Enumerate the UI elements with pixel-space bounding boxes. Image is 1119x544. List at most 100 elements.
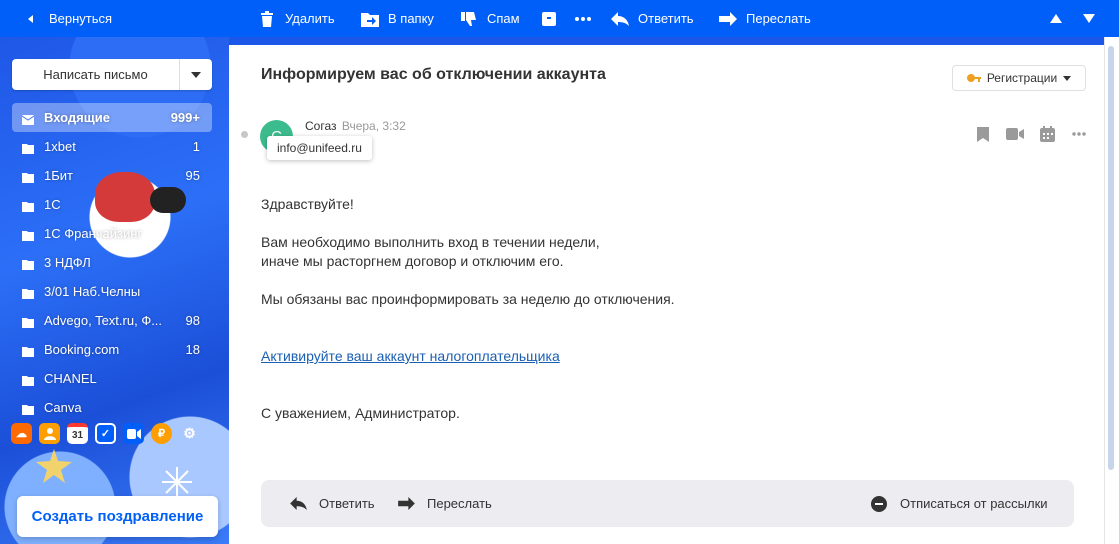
sender-email-tooltip: info@unifeed.ru bbox=[267, 136, 372, 160]
registration-label: Регистрации bbox=[986, 71, 1058, 85]
money-app-icon[interactable]: ₽ bbox=[151, 423, 172, 444]
folder-item[interactable]: Canva bbox=[12, 393, 212, 422]
video-call-icon[interactable] bbox=[1006, 125, 1024, 143]
folder-name: 1Бит bbox=[44, 168, 73, 183]
folder-item[interactable]: CHANEL bbox=[12, 364, 212, 393]
trash-icon bbox=[258, 10, 276, 28]
folder-name: Booking.com bbox=[44, 342, 120, 357]
move-to-folder-button[interactable]: В папку bbox=[361, 0, 434, 37]
folder-icon bbox=[22, 200, 34, 212]
archive-button[interactable] bbox=[540, 0, 558, 37]
reply-arrow-icon bbox=[611, 10, 629, 28]
forward-arrow-icon bbox=[719, 10, 737, 28]
signature-text: С уважением, Администратор. bbox=[261, 405, 460, 421]
settings-app-icon[interactable]: ⚙ bbox=[179, 423, 200, 444]
folder-name: Входящие bbox=[44, 110, 110, 125]
next-message-button[interactable] bbox=[1083, 0, 1095, 37]
sender-name[interactable]: Согаз bbox=[305, 119, 337, 133]
greeting-text: Здравствуйте! bbox=[261, 196, 354, 212]
folder-icon bbox=[22, 374, 34, 386]
caret-down-icon bbox=[1083, 14, 1095, 23]
folder-list: Входящие 999+ 1xbet 1 1Бит 95 1С 1С Фран… bbox=[12, 103, 212, 422]
forward-arrow-icon bbox=[397, 495, 415, 513]
inbox-icon bbox=[21, 113, 35, 125]
folder-icon bbox=[22, 287, 34, 299]
top-toolbar: Вернуться Удалить В папку Спам Ответить bbox=[0, 0, 1119, 37]
folder-item[interactable]: 1xbet 1 bbox=[12, 132, 212, 161]
unread-dot[interactable] bbox=[241, 131, 248, 138]
more-dots-icon bbox=[574, 10, 592, 28]
folder-item[interactable]: 1С bbox=[12, 190, 212, 219]
chevron-down-icon bbox=[1063, 75, 1072, 81]
folder-icon bbox=[22, 142, 34, 154]
forward-label: Переслать bbox=[746, 11, 811, 26]
quick-forward-button[interactable]: Переслать bbox=[397, 480, 492, 527]
folder-item[interactable]: Booking.com 18 bbox=[12, 335, 212, 364]
folder-item[interactable]: 1Бит 95 bbox=[12, 161, 212, 190]
folder-icon bbox=[22, 345, 34, 357]
bookmark-icon[interactable] bbox=[974, 125, 992, 143]
reply-bar: Ответить Переслать Отписаться от рассылк… bbox=[261, 480, 1074, 527]
move-folder-icon bbox=[361, 10, 379, 28]
folder-name: 1С bbox=[44, 197, 61, 212]
calendar-icon[interactable] bbox=[1038, 125, 1056, 143]
body-line: Мы обязаны вас проинформировать за недел… bbox=[261, 291, 675, 307]
previous-message-button[interactable] bbox=[1050, 0, 1062, 37]
folder-name: 3/01 Наб.Челны bbox=[44, 284, 141, 299]
folder-count: 98 bbox=[185, 313, 200, 328]
folder-item[interactable]: 3/01 Наб.Челны bbox=[12, 277, 212, 306]
folder-icon bbox=[22, 403, 34, 415]
folder-item[interactable]: 1С Франчайзинг bbox=[12, 219, 212, 248]
sender-line: Согаз Вчера, 3:32 bbox=[305, 119, 406, 133]
calendar-app-icon[interactable]: 31 bbox=[67, 423, 88, 444]
folder-icon bbox=[22, 258, 34, 270]
compose-button[interactable]: Написать письмо bbox=[12, 59, 212, 90]
calls-app-icon[interactable] bbox=[123, 423, 144, 444]
create-greeting-button[interactable]: Создать поздравление bbox=[17, 496, 218, 537]
scrollbar-thumb[interactable] bbox=[1108, 46, 1114, 470]
reply-button[interactable]: Ответить bbox=[611, 0, 694, 37]
folder-item[interactable]: 3 НДФЛ bbox=[12, 248, 212, 277]
spam-button[interactable]: Спам bbox=[460, 0, 520, 37]
more-button[interactable] bbox=[574, 0, 592, 37]
delete-button[interactable]: Удалить bbox=[258, 0, 335, 37]
unsubscribe-button[interactable]: Отписаться от рассылки bbox=[870, 480, 1048, 527]
cloud-app-icon[interactable]: ☁ bbox=[11, 423, 32, 444]
minus-circle-icon bbox=[870, 495, 888, 513]
quick-reply-button[interactable]: Ответить bbox=[289, 480, 375, 527]
move-label: В папку bbox=[388, 11, 434, 26]
message-subject: Информируем вас об отключении аккаунта bbox=[261, 66, 606, 83]
contacts-app-icon[interactable] bbox=[39, 423, 60, 444]
reply-arrow-icon bbox=[289, 495, 307, 513]
folder-name: 1xbet bbox=[44, 139, 76, 154]
folder-item-inbox[interactable]: Входящие 999+ bbox=[12, 103, 212, 132]
key-icon bbox=[966, 74, 981, 82]
thumbs-down-icon bbox=[460, 10, 478, 28]
folder-icon bbox=[22, 171, 34, 183]
compose-dropdown[interactable] bbox=[180, 59, 212, 90]
reply-label: Ответить bbox=[319, 496, 375, 511]
folder-count: 999+ bbox=[170, 110, 200, 125]
body-line: Вам необходимо выполнить вход в течении … bbox=[261, 234, 600, 250]
folder-name: Advego, Text.ru, Ф... bbox=[44, 313, 163, 328]
message-panel: Информируем вас об отключении аккаунта Р… bbox=[229, 45, 1104, 544]
folder-name: 3 НДФЛ bbox=[44, 255, 91, 270]
folder-icon bbox=[22, 229, 34, 241]
chevron-down-icon bbox=[191, 71, 201, 78]
caret-up-icon bbox=[1050, 14, 1062, 23]
more-dots-icon[interactable] bbox=[1070, 125, 1088, 143]
forward-button[interactable]: Переслать bbox=[719, 0, 811, 37]
compose-label[interactable]: Написать письмо bbox=[12, 59, 180, 90]
tasks-app-icon[interactable]: ✓ bbox=[95, 423, 116, 444]
registration-label-button[interactable]: Регистрации bbox=[952, 65, 1086, 91]
body-line: иначе мы расторгнем договор и отключим е… bbox=[261, 253, 564, 269]
chevron-left-icon bbox=[22, 10, 40, 28]
message-actions bbox=[974, 125, 1088, 143]
folder-name: Canva bbox=[44, 400, 82, 415]
activate-account-link[interactable]: Активируйте ваш аккаунт налогоплательщик… bbox=[261, 348, 560, 364]
folder-item[interactable]: Advego, Text.ru, Ф... 98 bbox=[12, 306, 212, 335]
folder-name: CHANEL bbox=[44, 371, 97, 386]
back-button[interactable]: Вернуться bbox=[22, 0, 112, 37]
delete-label: Удалить bbox=[285, 11, 335, 26]
star-decor-icon bbox=[36, 449, 72, 486]
